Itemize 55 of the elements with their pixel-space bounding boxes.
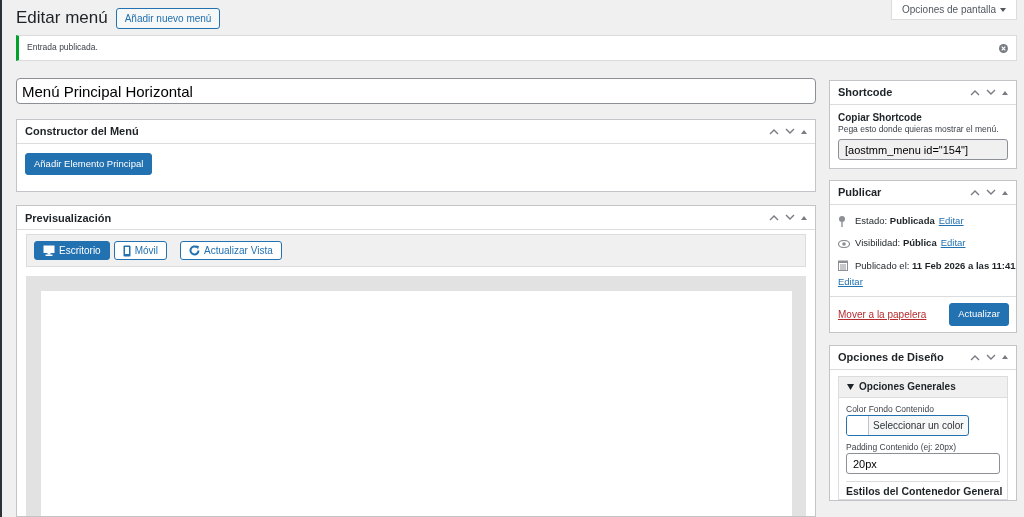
move-down-icon[interactable] [986,353,996,361]
panel-title: Publicar [838,185,882,200]
field-label: Copiar Shortcode [838,111,923,124]
expand-triangle-icon[interactable] [847,383,854,390]
move-up-icon[interactable] [970,353,980,361]
field-label: Padding Contenido (ej: 20px) [846,442,958,454]
panel-title: Previsualización [25,210,112,225]
shortcode-field[interactable]: [aostmm_menu id="154"] [838,139,1008,161]
collapse-icon[interactable] [801,215,807,220]
hint-text: Pega esto donde quieras mostrar el menú. [838,124,1000,136]
move-up-icon[interactable] [769,214,779,222]
move-up-icon[interactable] [769,128,779,135]
move-up-icon[interactable] [970,89,980,96]
page-title: Editar menú [16,8,108,29]
move-up-icon[interactable] [970,189,980,197]
add-menu-button[interactable]: Añadir nuevo menú [115,8,221,29]
publish-info: Publicado el: 11 Feb 2026 a las 11:41 [855,259,1016,273]
edit-link[interactable]: Editar [838,276,863,288]
dismiss-icon[interactable] [999,43,1008,53]
refresh-icon [189,245,201,257]
padding-field[interactable]: 20px [846,453,1000,475]
move-down-icon[interactable] [986,89,996,96]
monitor-icon [43,245,55,257]
section-title: Opciones Generales [859,380,956,394]
menu-name-field[interactable]: Menú Principal Horizontal [16,78,816,104]
update-button[interactable]: Actualizar [949,303,1009,326]
phone-icon [122,244,131,257]
collapse-icon[interactable] [801,129,807,134]
refresh-button[interactable]: Actualizar Vista [180,241,282,261]
pin-icon [838,215,846,227]
panel-title: Constructor del Menú [25,124,139,139]
publish-info: Estado: Publicada [855,215,935,228]
collapse-icon[interactable] [1002,90,1008,95]
device-tab[interactable]: Móvil [113,241,168,261]
move-down-icon[interactable] [986,189,996,197]
color-picker-button[interactable]: Seleccionar un color [846,414,969,436]
move-down-icon[interactable] [785,214,795,222]
collapse-icon[interactable] [1002,355,1008,360]
collapse-icon[interactable] [1002,190,1008,195]
add-element-button[interactable]: Añadir Elemento Principal [25,153,153,176]
publish-info: Visibilidad: Pública [855,237,937,250]
panel-title: Opciones de Diseño [838,350,944,365]
screen-options-button[interactable]: Opciones de pantalla [891,0,1017,20]
notice-text: Entrada publicada. [27,42,98,54]
move-down-icon[interactable] [785,128,795,135]
field-label: Color Fondo Contenido [846,403,935,415]
eye-icon [838,239,850,248]
edit-link[interactable]: Editar [940,237,966,250]
panel-title: Shortcode [838,85,893,100]
caret-icon [1000,7,1006,12]
edit-link[interactable]: Editar [938,215,964,228]
device-tab[interactable]: Escritorio [34,241,110,261]
trash-link[interactable]: Mover a la papelera [838,308,927,322]
calendar-icon [838,260,848,272]
section-heading: Estilos del Contenedor General [846,485,1000,499]
